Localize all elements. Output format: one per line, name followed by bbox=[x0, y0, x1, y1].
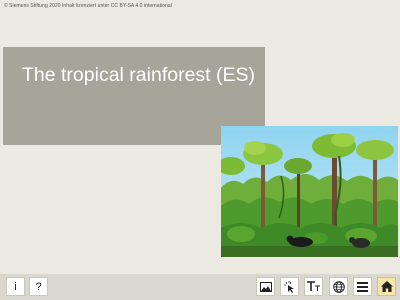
home-button[interactable] bbox=[377, 277, 396, 296]
menu-icon bbox=[357, 281, 368, 292]
language-button[interactable] bbox=[329, 277, 348, 296]
image-button[interactable] bbox=[256, 277, 275, 296]
help-button[interactable]: ? bbox=[29, 277, 48, 296]
page-title: The tropical rainforest (ES) bbox=[22, 64, 256, 86]
copyright-notice: © Siemens Stiftung 2020 Inhalt lizenzier… bbox=[4, 3, 172, 9]
info-icon: i bbox=[14, 280, 17, 293]
home-icon bbox=[380, 281, 393, 292]
rainforest-illustration bbox=[221, 126, 398, 257]
menu-button[interactable] bbox=[353, 277, 372, 296]
info-button[interactable]: i bbox=[6, 277, 25, 296]
globe-icon bbox=[332, 280, 345, 293]
pointer-click-icon bbox=[283, 280, 294, 293]
text-size-icon bbox=[307, 281, 320, 291]
bottom-toolbar: i ? bbox=[0, 274, 400, 300]
text-size-button[interactable] bbox=[304, 277, 323, 296]
help-icon: ? bbox=[35, 280, 42, 293]
pointer-click-button[interactable] bbox=[280, 277, 299, 296]
image-icon bbox=[259, 281, 272, 292]
